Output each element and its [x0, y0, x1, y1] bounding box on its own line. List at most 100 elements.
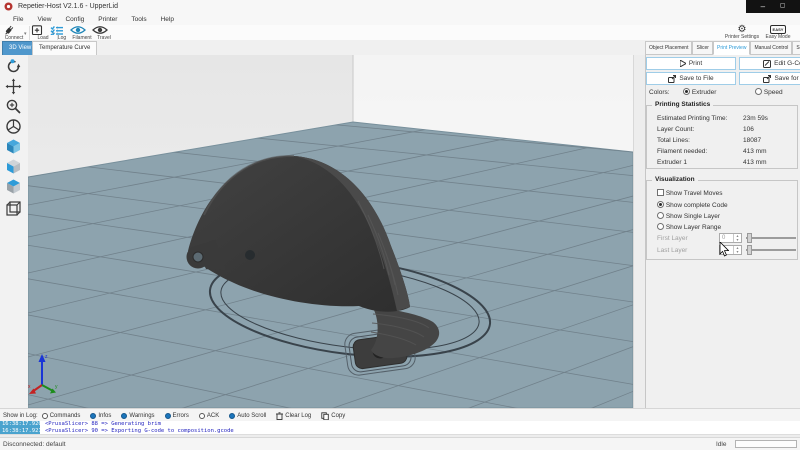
menu-help[interactable]: Help: [154, 16, 181, 23]
tab-object-placement[interactable]: Object Placement: [645, 41, 692, 55]
clear-log-button[interactable]: Clear Log: [276, 412, 311, 420]
progress-bar: [735, 440, 797, 448]
toggle-projection-icon[interactable]: [5, 200, 22, 217]
save-for-sd-button[interactable]: Save for SD: [739, 72, 800, 85]
single-layer-radio[interactable]: [657, 212, 664, 219]
export-file-icon: [668, 75, 676, 83]
minimize-button[interactable]: –: [761, 0, 765, 13]
spinner-arrows-icon[interactable]: ▲▼: [733, 234, 741, 242]
slider-thumb[interactable]: [747, 245, 752, 255]
first-layer-label: First Layer: [657, 235, 688, 242]
easy-mode-button[interactable]: EASY Easy Mode: [763, 25, 793, 40]
connect-dropdown-arrow[interactable]: ▾: [24, 31, 27, 37]
stat-value: 18087: [743, 137, 761, 144]
slider-thumb[interactable]: [747, 233, 752, 243]
warnings-toggle-icon: [121, 413, 127, 419]
show-complete-code-option[interactable]: Show complete Code: [657, 201, 728, 209]
filament-eye-icon: [70, 25, 86, 35]
status-bar: Disconnected: default Idle: [0, 437, 800, 450]
infos-label: Infos: [98, 413, 111, 419]
trash-icon: [276, 412, 283, 420]
3d-viewport[interactable]: z x y: [28, 55, 633, 408]
window-title: Repetier-Host V2.1.6 - UpperLid: [18, 3, 118, 10]
save-to-file-label: Save to File: [679, 75, 713, 82]
print-button-label: Print: [689, 60, 702, 67]
log-toggle-ack[interactable]: ACK: [199, 413, 219, 419]
menu-printer[interactable]: Printer: [91, 16, 124, 23]
auto-scroll-toggle-icon: [229, 413, 235, 419]
print-bed-scene: z x y: [28, 55, 633, 408]
errors-label: Errors: [173, 413, 189, 419]
speed-label: Speed: [764, 89, 783, 96]
connect-button[interactable]: Connect: [2, 25, 26, 41]
tab-sd-card[interactable]: SD Card: [792, 41, 800, 55]
connection-status: Disconnected: default: [3, 441, 66, 448]
easy-mode-icon: EASY: [770, 25, 787, 34]
rotate-view-icon[interactable]: [5, 58, 22, 75]
toolbar-separator: [29, 26, 30, 40]
connect-plug-icon: [2, 25, 17, 35]
commands-toggle-icon: [42, 413, 48, 419]
show-travel-button[interactable]: Travel: [92, 25, 116, 41]
warnings-label: Warnings: [129, 413, 154, 419]
spinner-arrows-icon[interactable]: ▲▼: [733, 246, 741, 254]
printer-settings-button[interactable]: ⚙ Printer Settings: [723, 25, 761, 40]
log-toggle-warnings[interactable]: Warnings: [121, 413, 154, 419]
first-layer-value: 0: [722, 235, 725, 241]
log-list-icon: [50, 25, 64, 35]
show-single-layer-option[interactable]: Show Single Layer: [657, 212, 720, 220]
log-message: <PrusaSlicer> 88 => Generating brim: [45, 421, 161, 428]
ack-label: ACK: [207, 413, 219, 419]
tab-temperature-curve[interactable]: Temperature Curve: [32, 41, 97, 55]
maximize-button[interactable]: ▢: [780, 0, 786, 13]
print-button[interactable]: Print: [646, 57, 736, 70]
first-layer-slider[interactable]: [746, 233, 796, 243]
menu-bar: File View Config Printer Tools Help: [0, 13, 800, 25]
menu-tools[interactable]: Tools: [124, 16, 153, 23]
color-extruder-option[interactable]: Extruder: [683, 88, 716, 96]
printing-statistics-title: Printing Statistics: [652, 101, 713, 108]
color-speed-option[interactable]: Speed: [755, 88, 783, 96]
layer-range-radio[interactable]: [657, 223, 664, 230]
log-toggle-auto-scroll[interactable]: Auto Scroll: [229, 413, 266, 419]
speed-radio[interactable]: [755, 88, 762, 95]
printing-statistics-box: Printing Statistics Estimated Printing T…: [646, 105, 798, 169]
tab-row: 3D View Temperature Curve Object Placeme…: [0, 40, 800, 56]
complete-code-radio[interactable]: [657, 201, 664, 208]
top-view-icon[interactable]: [5, 178, 22, 195]
stat-value: 106: [743, 126, 754, 133]
log-toolbar: Show in Log: Commands Infos Warnings Err…: [0, 408, 800, 422]
copy-button[interactable]: Copy: [321, 412, 345, 420]
last-layer-label: Last Layer: [657, 247, 687, 254]
view-tool-strip: [0, 55, 29, 408]
log-toggle-commands[interactable]: Commands: [42, 413, 81, 419]
stat-label: Extruder 1: [657, 159, 687, 166]
menu-view[interactable]: View: [30, 16, 58, 23]
log-timestamp: 16:38:17.920: [0, 421, 40, 428]
show-travel-moves-option[interactable]: Show Travel Moves: [657, 189, 723, 197]
app-logo-icon: [4, 2, 13, 11]
menu-config[interactable]: Config: [58, 16, 91, 23]
stat-value: 413 mm: [743, 148, 766, 155]
show-filament-button[interactable]: Filament: [70, 25, 94, 41]
window-controls: – ▢: [746, 0, 800, 13]
stat-label: Estimated Printing Time:: [657, 115, 727, 122]
menu-file[interactable]: File: [6, 16, 30, 23]
save-to-file-button[interactable]: Save to File: [646, 72, 736, 85]
tab-slicer[interactable]: Slicer: [692, 41, 713, 55]
tab-print-preview[interactable]: Print Preview: [713, 41, 750, 55]
travel-moves-checkbox[interactable]: [657, 189, 664, 196]
front-view-icon[interactable]: [5, 158, 22, 175]
show-layer-range-option[interactable]: Show Layer Range: [657, 223, 721, 231]
move-view-icon[interactable]: [5, 78, 22, 95]
last-layer-slider[interactable]: [746, 245, 796, 255]
colors-label: Colors:: [649, 89, 670, 96]
isometric-view-icon[interactable]: [5, 138, 22, 155]
edit-gcode-button[interactable]: Edit G-Code: [739, 57, 800, 70]
change-viewpoint-icon[interactable]: [5, 118, 22, 135]
tab-manual-control[interactable]: Manual Control: [750, 41, 792, 55]
extruder-radio[interactable]: [683, 88, 690, 95]
log-toggle-errors[interactable]: Errors: [165, 413, 189, 419]
log-toggle-infos[interactable]: Infos: [90, 413, 111, 419]
zoom-view-icon[interactable]: [5, 98, 22, 115]
